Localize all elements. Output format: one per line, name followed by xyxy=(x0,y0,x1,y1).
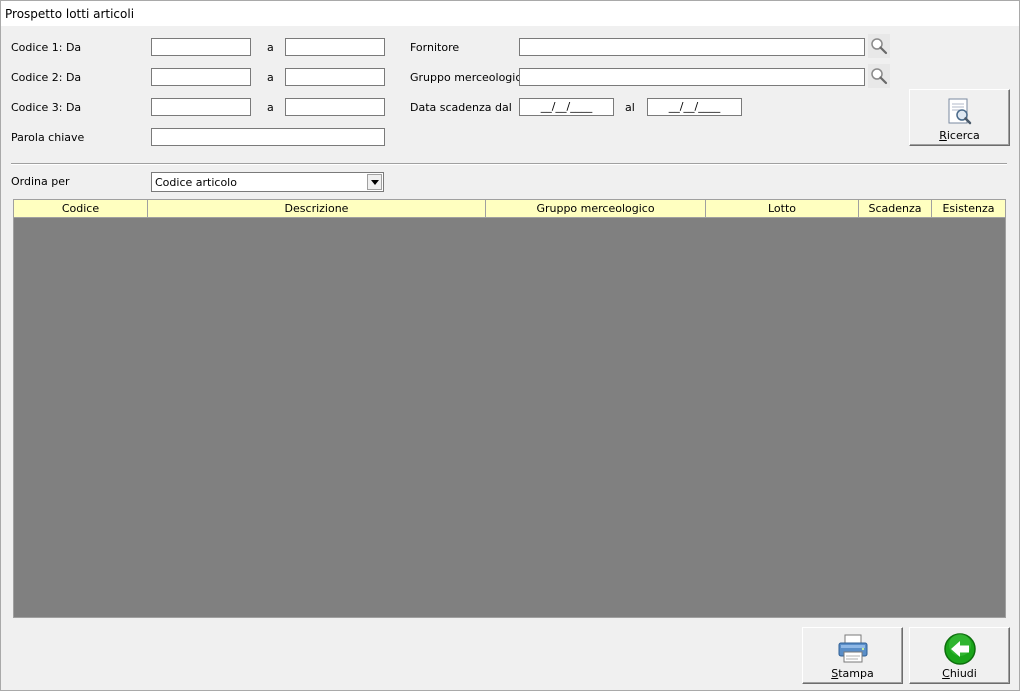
codice1-label: Codice 1: Da xyxy=(11,41,82,54)
codice3-to-input[interactable] xyxy=(285,98,385,116)
column-scadenza[interactable]: Scadenza xyxy=(859,200,932,217)
codice2-to-label: a xyxy=(267,71,274,84)
fornitore-label: Fornitore xyxy=(410,41,460,54)
results-table[interactable]: Codice Descrizione Gruppo merceologico L… xyxy=(13,199,1006,618)
codice2-from-input[interactable] xyxy=(151,68,251,86)
chiudi-label: Chiudi xyxy=(942,667,977,680)
back-arrow-icon xyxy=(943,633,976,665)
codice2-to-input[interactable] xyxy=(285,68,385,86)
codice3-to-label: a xyxy=(267,101,274,114)
gruppo-lookup-button[interactable] xyxy=(868,64,890,88)
ordina-per-label: Ordina per xyxy=(11,175,70,188)
codice1-to-input[interactable] xyxy=(285,38,385,56)
codice1-from-input[interactable] xyxy=(151,38,251,56)
data-scadenza-from-input[interactable]: __/__/____ xyxy=(519,98,614,116)
fornitore-lookup-button[interactable] xyxy=(868,34,890,58)
codice3-from-input[interactable] xyxy=(151,98,251,116)
column-gruppo-merceologico[interactable]: Gruppo merceologico xyxy=(486,200,706,217)
codice3-label: Codice 3: Da xyxy=(11,101,82,114)
ricerca-button[interactable]: Ricerca xyxy=(909,89,1010,146)
chevron-down-icon[interactable] xyxy=(367,174,382,190)
codice1-to-label: a xyxy=(267,41,274,54)
column-lotto[interactable]: Lotto xyxy=(706,200,859,217)
ordina-per-select[interactable]: Codice articolo xyxy=(151,172,384,192)
column-codice[interactable]: Codice xyxy=(14,200,148,217)
data-scadenza-label: Data scadenza dal xyxy=(410,101,512,114)
chiudi-button[interactable]: Chiudi xyxy=(909,627,1010,684)
parola-chiave-input[interactable] xyxy=(151,128,385,146)
magnifier-icon xyxy=(871,38,888,55)
magnifier-icon xyxy=(871,68,888,85)
fornitore-input[interactable] xyxy=(519,38,865,56)
table-header: Codice Descrizione Gruppo merceologico L… xyxy=(14,200,1005,218)
ordina-per-value: Codice articolo xyxy=(155,176,237,189)
ricerca-label: Ricerca xyxy=(939,129,980,142)
separator xyxy=(11,163,1007,165)
al-label: al xyxy=(625,101,635,114)
column-descrizione[interactable]: Descrizione xyxy=(148,200,486,217)
search-document-icon xyxy=(948,98,971,125)
stampa-label: Stampa xyxy=(831,667,874,680)
main-window: Prospetto lotti articoli Codice 1: Da Co… xyxy=(0,0,1020,691)
parola-chiave-label: Parola chiave xyxy=(11,131,85,144)
window-title: Prospetto lotti articoli xyxy=(5,7,135,21)
data-scadenza-to-input[interactable]: __/__/____ xyxy=(647,98,742,116)
stampa-button[interactable]: Stampa xyxy=(802,627,903,684)
codice2-label: Codice 2: Da xyxy=(11,71,82,84)
gruppo-input[interactable] xyxy=(519,68,865,86)
gruppo-label: Gruppo merceologico xyxy=(410,71,529,84)
printer-icon xyxy=(838,634,867,663)
title-bar: Prospetto lotti articoli xyxy=(1,1,1019,26)
column-esistenza[interactable]: Esistenza xyxy=(932,200,1005,217)
